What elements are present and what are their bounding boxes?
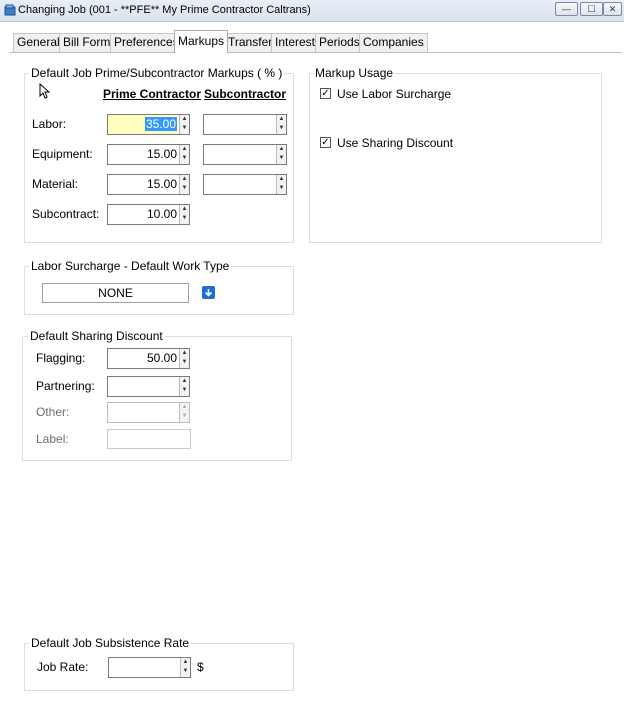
other-label: Other: [36, 405, 70, 419]
material-label: Material: [32, 177, 79, 191]
tab-general[interactable]: General [13, 33, 64, 52]
flagging-spinner[interactable]: ▲ ▼ [179, 349, 189, 368]
tab-panel-border [10, 52, 622, 53]
spin-up-icon[interactable]: ▲ [180, 349, 189, 358]
tab-interest[interactable]: Interest [271, 33, 320, 52]
material-prime-value: 15.00 [146, 177, 177, 191]
spin-down-icon[interactable]: ▼ [180, 184, 189, 193]
spin-down-icon[interactable]: ▼ [181, 667, 190, 676]
labor-surcharge-legend: Labor Surcharge - Default Work Type [29, 259, 232, 273]
partnering-label: Partnering: [36, 379, 95, 393]
tab-markups[interactable]: Markups [174, 30, 229, 53]
spin-down-icon: ▼ [181, 413, 188, 419]
subcontract-label: Subcontract: [32, 207, 100, 221]
spin-up-icon[interactable]: ▲ [277, 145, 286, 154]
spin-up-icon: ▲ [181, 404, 188, 410]
job-rate-spinner[interactable]: ▲ ▼ [180, 658, 190, 677]
equipment-prime-value: 15.00 [146, 147, 177, 161]
use-labor-surcharge-checkbox[interactable]: ✓ [320, 88, 331, 99]
markups-legend: Default Job Prime/Subcontractor Markups … [29, 66, 285, 80]
spin-down-icon[interactable]: ▼ [180, 358, 189, 367]
labor-sub-input[interactable]: ▲ ▼ [203, 114, 287, 135]
material-sub-input[interactable]: ▲ ▼ [203, 174, 287, 195]
material-prime-spinner[interactable]: ▲ ▼ [179, 175, 189, 194]
use-sharing-discount-checkbox[interactable]: ✓ [320, 137, 331, 148]
material-prime-input[interactable]: 15.00 ▲ ▼ [107, 174, 190, 195]
tab-periods[interactable]: Periods [315, 33, 364, 52]
tab-bill-form[interactable]: Bill Form [59, 33, 115, 52]
spin-up-icon[interactable]: ▲ [181, 658, 190, 667]
job-rate-input[interactable]: ▲ ▼ [108, 657, 191, 678]
partnering-spinner[interactable]: ▲ ▼ [179, 377, 189, 396]
flagging-input[interactable]: 50.00 ▲ ▼ [107, 348, 190, 369]
mouse-cursor-icon [39, 83, 50, 99]
labor-sub-spinner[interactable]: ▲ ▼ [276, 115, 286, 134]
job-rate-label: Job Rate: [37, 660, 89, 674]
flagging-label: Flagging: [36, 351, 86, 365]
spin-up-icon[interactable]: ▲ [180, 377, 189, 386]
spin-down-icon[interactable]: ▼ [277, 154, 286, 163]
equipment-prime-spinner[interactable]: ▲ ▼ [179, 145, 189, 164]
material-sub-spinner[interactable]: ▲ ▼ [276, 175, 286, 194]
title-bar: Changing Job (001 - **PFE** My Prime Con… [0, 0, 624, 22]
spin-up-icon[interactable]: ▲ [277, 115, 286, 124]
use-labor-surcharge-label[interactable]: Use Labor Surcharge [337, 87, 451, 101]
tab-preferences[interactable]: Preferences [110, 33, 183, 52]
other-label-label: Label: [36, 432, 69, 446]
arrow-down-icon [204, 289, 213, 297]
close-button[interactable]: ✕ [603, 2, 622, 16]
work-type-dropdown-button[interactable] [202, 286, 215, 299]
spin-down-icon[interactable]: ▼ [277, 124, 286, 133]
subcontractor-column-header: Subcontractor [204, 87, 287, 101]
subcontract-prime-spinner[interactable]: ▲ ▼ [179, 205, 189, 224]
partnering-input[interactable]: ▲ ▼ [107, 376, 190, 397]
flagging-value: 50.00 [146, 351, 177, 365]
labor-prime-input[interactable]: 35.00 ▲ ▼ [107, 114, 190, 135]
spin-down-icon[interactable]: ▼ [180, 386, 189, 395]
labor-label: Labor: [32, 117, 67, 131]
sharing-discount-legend: Default Sharing Discount [28, 329, 165, 343]
other-input: ▲ ▼ [107, 402, 190, 423]
work-type-field[interactable]: NONE [42, 283, 189, 303]
spin-down-icon[interactable]: ▼ [180, 124, 189, 133]
other-label-field [107, 429, 191, 449]
app-icon [4, 4, 16, 16]
spin-up-icon[interactable]: ▲ [180, 145, 189, 154]
spin-down-icon[interactable]: ▼ [180, 214, 189, 223]
equipment-label: Equipment: [32, 147, 93, 161]
markup-usage-legend: Markup Usage [313, 66, 396, 80]
minimize-button[interactable]: — [555, 2, 578, 16]
equipment-sub-input[interactable]: ▲ ▼ [203, 144, 287, 165]
spin-down-icon[interactable]: ▼ [180, 154, 189, 163]
maximize-button[interactable]: ☐ [580, 2, 603, 16]
subsistence-legend: Default Job Subsistence Rate [29, 636, 192, 650]
subcontract-prime-value: 10.00 [146, 207, 177, 221]
use-sharing-discount-label[interactable]: Use Sharing Discount [337, 136, 453, 150]
other-spinner: ▲ ▼ [179, 403, 189, 422]
spin-up-icon[interactable]: ▲ [277, 175, 286, 184]
labor-prime-value: 35.00 [144, 117, 177, 131]
prime-contractor-column-header: Prime Contractor [103, 87, 202, 101]
tab-companies[interactable]: Companies [359, 33, 428, 52]
spin-up-icon[interactable]: ▲ [180, 205, 189, 214]
window-title: Changing Job (001 - **PFE** My Prime Con… [18, 4, 311, 16]
subcontract-prime-input[interactable]: 10.00 ▲ ▼ [107, 204, 190, 225]
labor-prime-spinner[interactable]: ▲ ▼ [179, 115, 189, 134]
tab-transfer[interactable]: Transfer [224, 33, 277, 52]
spin-up-icon[interactable]: ▲ [180, 115, 189, 124]
spin-up-icon[interactable]: ▲ [180, 175, 189, 184]
job-rate-unit: $ [197, 660, 204, 674]
equipment-sub-spinner[interactable]: ▲ ▼ [276, 145, 286, 164]
equipment-prime-input[interactable]: 15.00 ▲ ▼ [107, 144, 190, 165]
spin-down-icon[interactable]: ▼ [277, 184, 286, 193]
